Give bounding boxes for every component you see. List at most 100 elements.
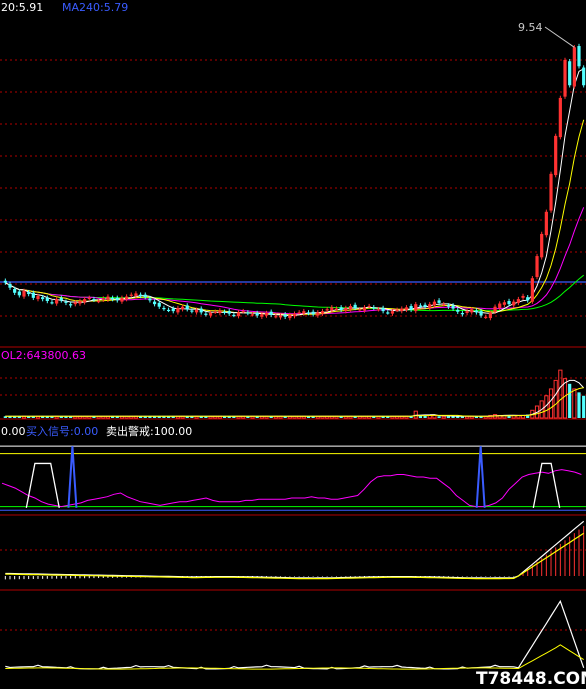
candle-body [334,308,339,310]
candle-body [120,297,124,302]
candle-body [166,309,171,312]
candle-body [376,309,381,311]
volume-bar [572,388,577,419]
candle-body [442,304,446,306]
volume-bar [568,383,572,418]
volume-bar [446,416,451,418]
candle-body [330,307,334,311]
candle-body [190,310,194,312]
candle-body [194,309,199,313]
candle-body [69,304,73,306]
watermark: T78448.COM [476,669,586,689]
candle-body [418,305,423,307]
candle-body [8,283,12,288]
candle-body [22,290,26,297]
candle-body [143,294,147,298]
candle-body [339,307,343,310]
volume-ma2-line [5,387,584,417]
candle-body [222,311,227,313]
candle-body [367,306,371,308]
ma-short-label: 20:5.91 [1,1,43,14]
buy-signal-label: 买入信号:0.00 [26,425,98,438]
volume-bar [441,415,446,419]
candle-body [134,293,138,296]
candle-body [572,47,576,87]
signal-panel [0,445,586,511]
candle-body [311,311,315,315]
candle-body [582,67,586,86]
candle-body [484,316,488,319]
ma5-line [5,68,584,317]
volume-bar [562,378,568,419]
candle-body [540,233,544,258]
volume-label: OL2:643800.63 [1,349,86,362]
candle-body [512,301,516,306]
volume-ma-line [5,379,585,417]
candle-body [246,312,250,314]
candle-body [87,297,91,300]
candle-body [362,307,367,311]
candle-body [479,311,483,316]
oscillator-line-a [5,599,585,670]
volume-bar [582,395,586,418]
candle-body [316,312,320,316]
candle-body [348,306,353,310]
candle-body [55,299,59,304]
candle-body [288,314,292,319]
candle-body [437,300,441,303]
candle-body [526,297,530,301]
candle-body [292,313,297,317]
candle-body [451,305,455,309]
candle-body [92,299,96,301]
candle-body [456,309,460,312]
candle-body [129,294,133,296]
candle-body [404,307,409,310]
candle-body [31,292,35,298]
candle-body [530,278,534,302]
candle-body [558,97,562,138]
candle-body [152,301,157,305]
candle-body [474,310,478,313]
candle-body [563,59,567,97]
candle-body [554,135,558,176]
candle-body [250,314,255,316]
candle-body [549,173,553,211]
candle-body [115,297,119,301]
price-panel [0,26,586,321]
ma240-label: MA240:5.79 [62,1,128,14]
candle-body [465,311,469,314]
candle-body [27,292,31,295]
candle-body [498,303,502,308]
volume-bar [553,379,558,419]
ma10-line [5,119,585,316]
peak-price-label: 9.54 [518,21,543,34]
volume-panel [3,369,586,419]
candle-body [106,296,110,300]
candle-body [381,307,385,312]
candle-body [73,302,77,305]
candle-body [204,313,208,315]
peak-marker-line [544,26,575,48]
dea-line [5,532,585,580]
volume-bar [413,410,418,419]
candle-body [535,256,539,277]
stock-chart-svg: 20:5.91 MA240:5.79 9.54 OL2:643800.63 0.… [0,1,586,689]
candle-body [577,46,581,67]
candle-body [162,307,166,310]
candle-body [544,211,548,236]
candle-body [236,312,241,317]
candle-body [428,304,432,308]
buy-signal-spike [475,446,486,508]
candle-body [400,308,404,312]
volume-bar [558,369,563,419]
candle-body [50,302,54,304]
candle-body [3,280,7,283]
signal-value-label: 0.00 [1,425,26,438]
candle-body [568,61,572,86]
k-line [1,469,582,508]
candle-body [17,291,21,296]
candle-body [390,311,395,314]
candle-body [302,311,306,314]
candle-body [353,304,357,308]
candle-body [507,301,511,305]
